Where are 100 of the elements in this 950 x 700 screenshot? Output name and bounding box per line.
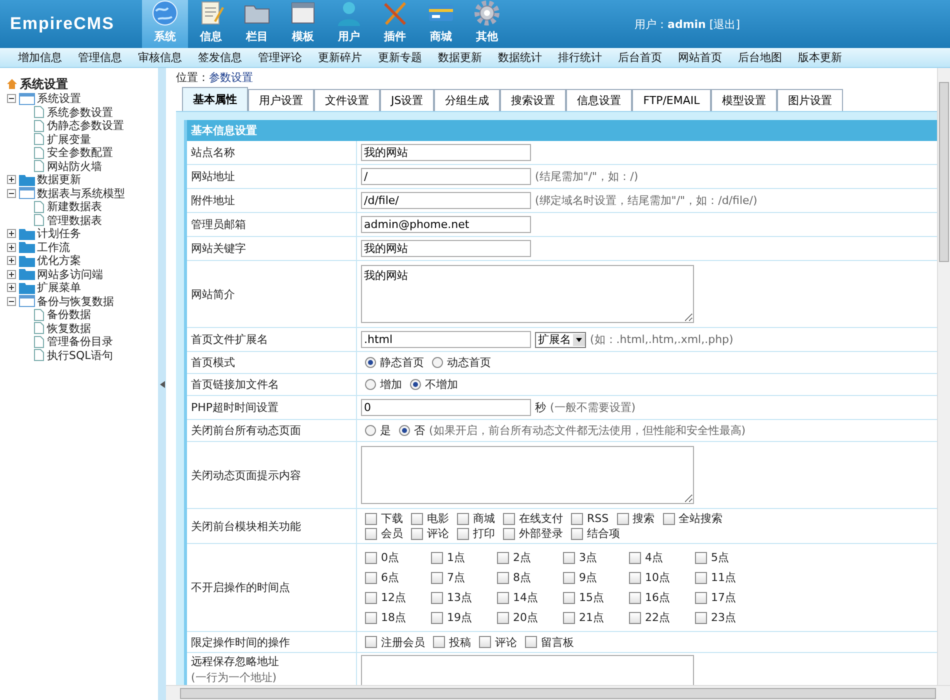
collapse-icon[interactable]	[7, 94, 16, 104]
tree-item[interactable]: 扩展菜单	[37, 280, 81, 296]
sub-nav-link[interactable]: 数据统计	[490, 50, 550, 65]
text-field[interactable]: .html	[361, 331, 531, 348]
checkbox[interactable]	[629, 592, 641, 604]
checkbox[interactable]	[497, 592, 509, 604]
breadcrumb-link[interactable]: 参数设置	[209, 70, 253, 85]
tree-item[interactable]: 备份与恢复数据	[37, 294, 114, 309]
radio-button[interactable]	[365, 357, 376, 368]
checkbox[interactable]	[571, 512, 583, 524]
checkbox[interactable]	[571, 528, 583, 540]
checkbox[interactable]	[365, 552, 377, 564]
checkbox[interactable]	[431, 592, 443, 604]
tree-item[interactable]: 伪静态参数设置	[47, 118, 124, 134]
checkbox[interactable]	[629, 552, 641, 564]
checkbox[interactable]	[365, 636, 377, 648]
expand-icon[interactable]	[7, 256, 16, 266]
tree-item[interactable]: 管理备份目录	[47, 334, 113, 350]
text-area[interactable]: 我的网站	[361, 265, 694, 323]
checkbox[interactable]	[365, 572, 377, 584]
tab[interactable]: 分组生成	[434, 89, 500, 111]
checkbox[interactable]	[695, 552, 707, 564]
logout-link[interactable]: [退出]	[709, 16, 740, 32]
checkbox[interactable]	[563, 572, 575, 584]
checkbox[interactable]	[662, 512, 675, 524]
checkbox[interactable]	[563, 592, 575, 604]
tree-item[interactable]: 恢复数据	[47, 320, 91, 336]
nav-tab[interactable]: 用户	[326, 0, 372, 48]
checkbox[interactable]	[457, 512, 469, 524]
nav-tab[interactable]: 栏目	[234, 0, 280, 48]
tree-item[interactable]: 系统设置	[37, 91, 81, 106]
tab[interactable]: 信息设置	[566, 89, 632, 111]
radio-button[interactable]	[365, 379, 376, 390]
text-field[interactable]: 0	[361, 399, 531, 416]
checkbox[interactable]	[629, 612, 641, 624]
tree-item[interactable]: 系统参数设置	[47, 104, 113, 120]
nav-tab[interactable]: 信息	[188, 0, 234, 48]
checkbox[interactable]	[563, 612, 575, 624]
text-field[interactable]: /d/file/	[361, 192, 531, 209]
text-area[interactable]	[361, 446, 694, 504]
text-field[interactable]: 我的网站	[361, 144, 531, 161]
expand-icon[interactable]	[7, 270, 16, 279]
checkbox[interactable]	[365, 528, 377, 540]
sub-nav-link[interactable]: 管理评论	[250, 50, 310, 65]
tab[interactable]: 搜索设置	[500, 89, 566, 111]
checkbox[interactable]	[431, 572, 443, 584]
expand-icon[interactable]	[7, 242, 16, 252]
sub-nav-link[interactable]: 增加信息	[10, 50, 70, 65]
checkbox[interactable]	[457, 528, 469, 540]
tree-item[interactable]: 网站防火墙	[47, 158, 102, 174]
checkbox[interactable]	[497, 612, 509, 624]
text-field[interactable]: admin@phome.net	[361, 216, 531, 233]
tab[interactable]: 基本属性	[182, 87, 248, 111]
checkbox[interactable]	[411, 512, 423, 524]
sub-nav-link[interactable]: 网站首页	[670, 50, 730, 65]
checkbox[interactable]	[695, 592, 707, 604]
tree-item[interactable]: 工作流	[37, 240, 70, 255]
tree-item[interactable]: 网站多访问端	[37, 266, 103, 282]
checkbox[interactable]	[525, 636, 537, 648]
sub-nav-link[interactable]: 后台首页	[610, 50, 670, 65]
sub-nav-link[interactable]: 审核信息	[130, 50, 190, 65]
nav-tab[interactable]: 插件	[372, 0, 418, 48]
checkbox[interactable]	[629, 572, 641, 584]
nav-tab[interactable]: 商城	[418, 0, 464, 48]
expand-icon[interactable]	[7, 229, 16, 238]
tree-item[interactable]: 数据更新	[37, 172, 81, 188]
checkbox[interactable]	[479, 636, 491, 648]
tab[interactable]: 图片设置	[776, 89, 843, 111]
checkbox[interactable]	[503, 528, 515, 540]
checkbox[interactable]	[431, 612, 443, 624]
text-field[interactable]: /	[361, 168, 531, 185]
collapse-icon[interactable]	[7, 188, 16, 198]
tab[interactable]: JS设置	[380, 89, 434, 111]
checkbox[interactable]	[365, 612, 377, 624]
sub-nav-link[interactable]: 更新碎片	[310, 50, 370, 65]
checkbox[interactable]	[497, 572, 509, 584]
caret-icon[interactable]	[573, 334, 585, 346]
checkbox[interactable]	[616, 512, 629, 524]
sub-nav-link[interactable]: 数据更新	[430, 50, 490, 65]
sub-nav-link[interactable]: 签发信息	[190, 50, 250, 65]
checkbox[interactable]	[365, 592, 377, 604]
tab[interactable]: 用户设置	[248, 89, 314, 111]
tree-item[interactable]: 管理数据表	[47, 212, 102, 228]
tab[interactable]: 文件设置	[314, 89, 380, 111]
tree-item[interactable]: 计划任务	[37, 226, 81, 242]
tree-item[interactable]: 新建数据表	[47, 199, 102, 214]
sub-nav-link[interactable]: 更新专题	[370, 50, 430, 65]
expand-icon[interactable]	[7, 175, 16, 184]
sub-nav-link[interactable]: 后台地图	[730, 50, 790, 65]
horizontal-scrollbar[interactable]	[166, 685, 950, 700]
tree-item[interactable]: 执行SQL语句	[47, 348, 113, 363]
expand-icon[interactable]	[7, 283, 16, 292]
text-field[interactable]: 我的网站	[361, 240, 531, 257]
vertical-scrollbar[interactable]	[937, 68, 950, 685]
radio-button[interactable]	[432, 357, 443, 368]
tree-item[interactable]: 备份数据	[47, 307, 91, 322]
collapse-arrow-icon[interactable]	[160, 380, 164, 388]
checkbox[interactable]	[563, 552, 575, 564]
radio-button[interactable]	[365, 425, 376, 436]
nav-tab[interactable]: 模板	[280, 0, 326, 48]
